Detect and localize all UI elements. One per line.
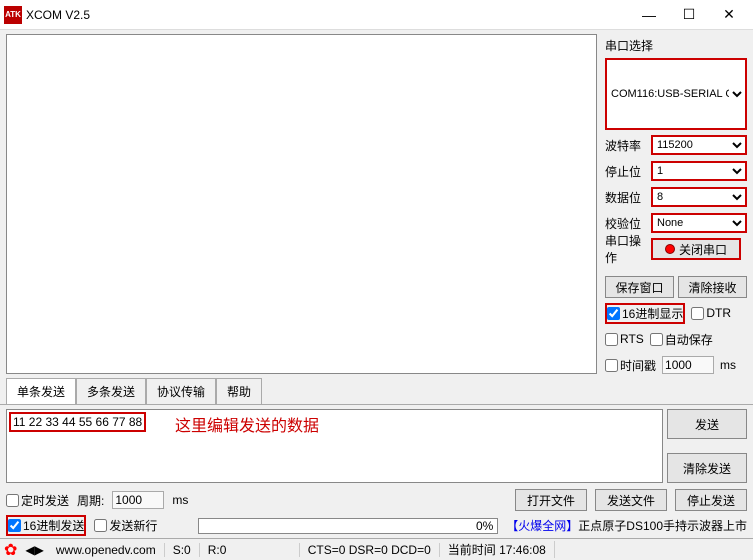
send-button[interactable]: 发送 [667,409,747,439]
tab-single-send[interactable]: 单条发送 [6,378,76,404]
tab-protocol[interactable]: 协议传输 [146,378,216,404]
status-time: 当前时间 17:46:08 [440,541,555,558]
tab-multi-send[interactable]: 多条发送 [76,378,146,404]
clear-send-button[interactable]: 清除发送 [667,453,747,483]
save-window-button[interactable]: 保存窗口 [605,276,674,298]
parity-select[interactable]: None [651,213,747,233]
app-logo: ATK [4,6,22,24]
window-title: XCOM V2.5 [26,8,629,22]
ad-link[interactable]: 【火爆全网】正点原子DS100手持示波器上市 [506,517,747,534]
period-input[interactable] [112,491,164,509]
stop-select[interactable]: 1 [651,161,747,181]
hex-display-checkbox[interactable]: 16进制显示 [605,303,685,324]
baud-label: 波特率 [605,137,645,154]
media-icon[interactable]: ◀▶ [21,543,47,557]
clear-rx-button[interactable]: 清除接收 [678,276,747,298]
timestamp-checkbox[interactable]: 时间戳 [605,357,656,374]
record-icon [665,244,675,254]
op-label: 串口操作 [605,232,645,266]
close-button[interactable]: ✕ [709,1,749,29]
send-annotation: 这里编辑发送的数据 [175,412,319,436]
send-file-button[interactable]: 发送文件 [595,489,667,511]
tab-help[interactable]: 帮助 [216,378,262,404]
status-url[interactable]: www.openedv.com [48,543,165,557]
send-data-text: 11 22 33 44 55 66 77 88 [9,412,146,432]
period-label: 周期: [77,492,104,509]
minimize-button[interactable]: — [629,1,669,29]
newline-checkbox[interactable]: 发送新行 [94,517,157,534]
send-progress: 0% [198,518,498,534]
send-input[interactable]: 11 22 33 44 55 66 77 88 这里编辑发送的数据 [6,409,663,483]
stop-send-button[interactable]: 停止发送 [675,489,747,511]
dtr-checkbox[interactable]: DTR [691,306,731,320]
open-file-button[interactable]: 打开文件 [515,489,587,511]
baud-select[interactable]: 115200 [651,135,747,155]
status-lines: CTS=0 DSR=0 DCD=0 [300,543,440,557]
timed-send-checkbox[interactable]: 定时发送 [6,492,69,509]
autosave-checkbox[interactable]: 自动保存 [650,331,713,348]
data-label: 数据位 [605,189,645,206]
status-recv: R:0 [200,543,300,557]
timestamp-interval-input[interactable] [662,356,714,374]
port-select[interactable]: COM116:USB-SERIAL CH3 [605,58,747,130]
data-select[interactable]: 8 [651,187,747,207]
settings-icon[interactable]: ✿ [0,540,21,560]
hex-send-checkbox[interactable]: 16进制发送 [6,515,86,536]
status-sent: S:0 [165,543,200,557]
rts-checkbox[interactable]: RTS [605,332,644,346]
receive-area[interactable] [6,34,597,374]
port-section-label: 串口选择 [605,36,747,54]
stop-label: 停止位 [605,163,645,180]
port-toggle-button[interactable]: 关闭串口 [651,238,741,260]
parity-label: 校验位 [605,215,645,232]
maximize-button[interactable]: ☐ [669,1,709,29]
